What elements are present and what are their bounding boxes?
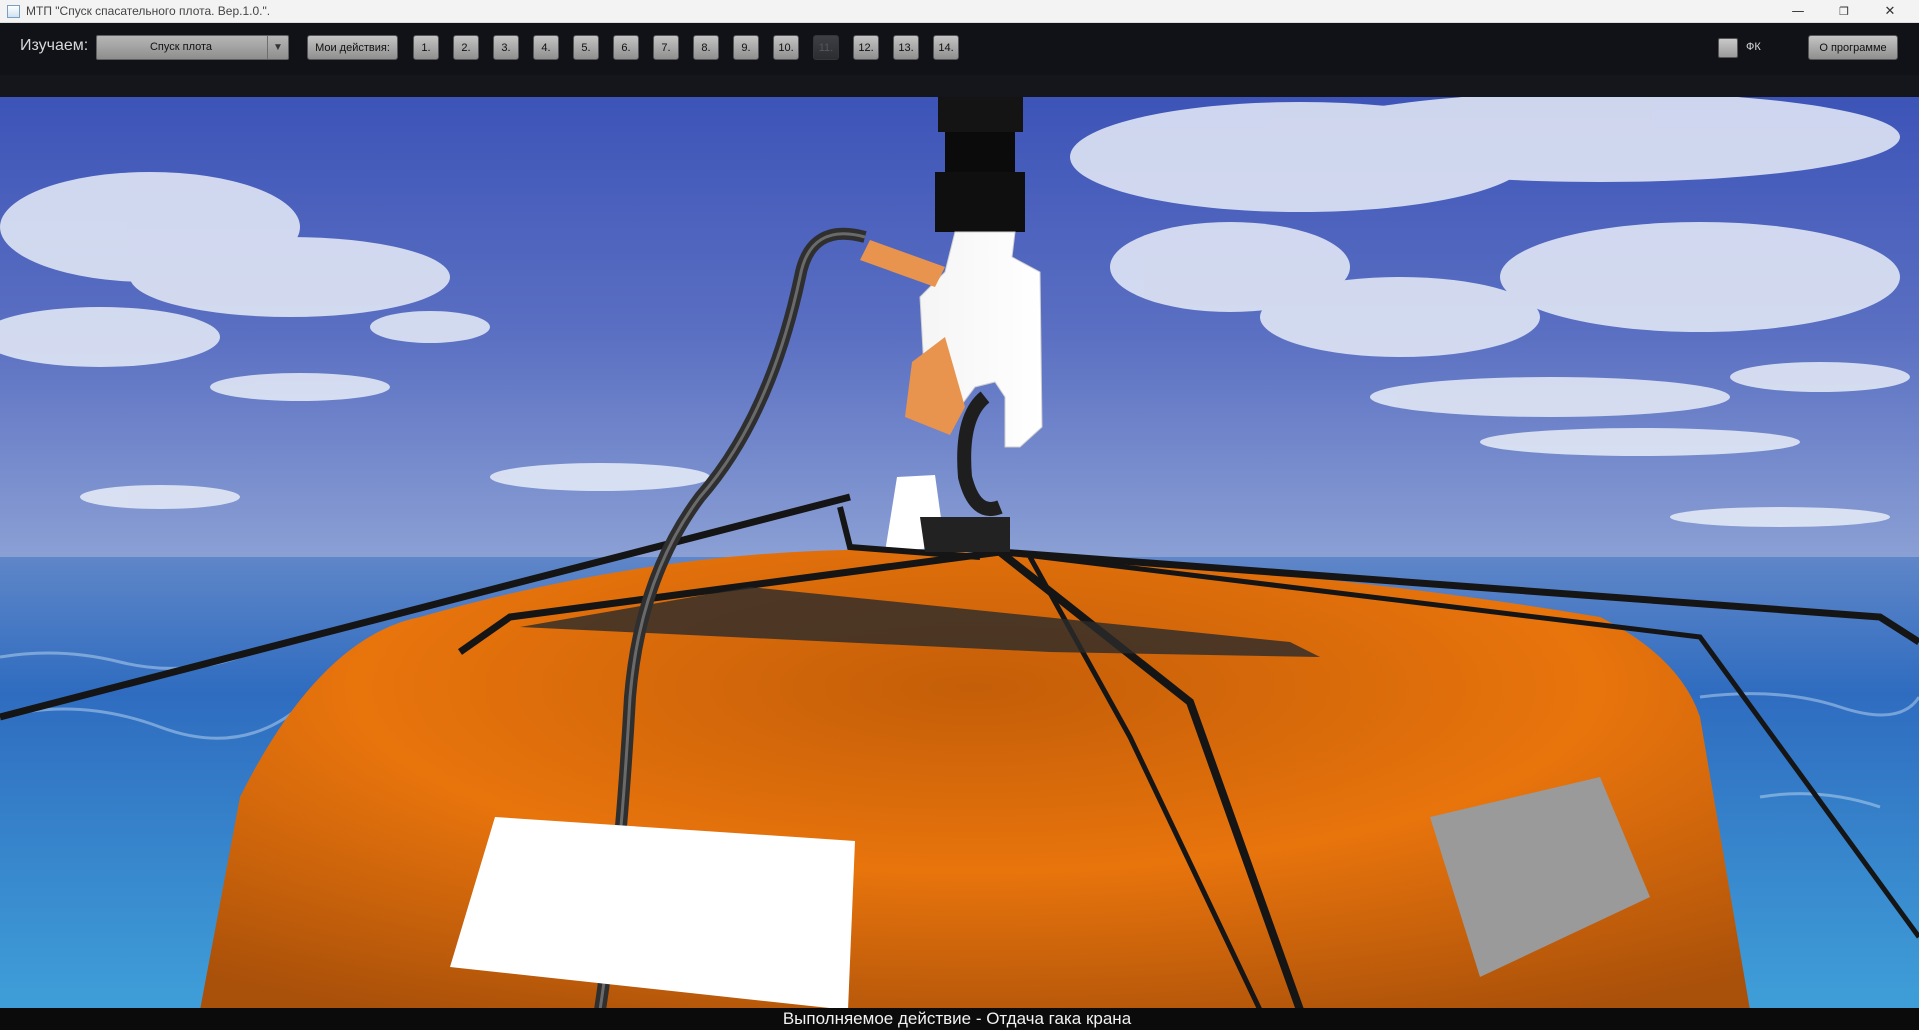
- my-actions-button[interactable]: Мои действия:: [307, 35, 398, 60]
- step-button-14[interactable]: 14.: [933, 35, 959, 60]
- close-button[interactable]: ✕: [1867, 0, 1913, 22]
- 3d-viewport[interactable]: [0, 97, 1919, 1010]
- scene-render: [0, 97, 1919, 1010]
- fk-label: ФК: [1746, 41, 1761, 53]
- step-button-11[interactable]: 11.: [813, 35, 839, 60]
- step-button-7[interactable]: 7.: [653, 35, 679, 60]
- step-button-13[interactable]: 13.: [893, 35, 919, 60]
- status-bar: Выполняемое действие - Отдача гака крана: [0, 1008, 1919, 1030]
- toolbar-underlay: [0, 75, 1919, 97]
- current-action-text: Выполняемое действие - Отдача гака крана: [782, 1009, 1132, 1028]
- step-button-8[interactable]: 8.: [693, 35, 719, 60]
- step-button-6[interactable]: 6.: [613, 35, 639, 60]
- step-button-10[interactable]: 10.: [773, 35, 799, 60]
- step-button-12[interactable]: 12.: [853, 35, 879, 60]
- fk-checkbox[interactable]: [1718, 38, 1738, 58]
- hook-mount: [920, 517, 1010, 552]
- step-button-3[interactable]: 3.: [493, 35, 519, 60]
- step-button-4[interactable]: 4.: [533, 35, 559, 60]
- mode-select[interactable]: Спуск плота ▼: [96, 35, 289, 60]
- step-button-5[interactable]: 5.: [573, 35, 599, 60]
- chevron-down-icon[interactable]: ▼: [267, 36, 288, 59]
- learn-label: Изучаем:: [20, 37, 89, 54]
- restore-button[interactable]: ❐: [1821, 0, 1867, 22]
- toolbar: Изучаем: Спуск плота ▼ Мои действия: 1. …: [0, 23, 1919, 75]
- step-button-1[interactable]: 1.: [413, 35, 439, 60]
- window-title: МТП "Спуск спасательного плота. Вер.1.0.…: [26, 4, 271, 18]
- crane-arm: [938, 97, 1023, 132]
- app-icon: [7, 4, 20, 18]
- about-button[interactable]: О программе: [1808, 35, 1898, 60]
- minimize-button[interactable]: —: [1775, 0, 1821, 22]
- window-titlebar: МТП "Спуск спасательного плота. Вер.1.0.…: [0, 0, 1919, 23]
- step-button-2[interactable]: 2.: [453, 35, 479, 60]
- mode-select-value: Спуск плота: [149, 41, 213, 53]
- step-button-9[interactable]: 9.: [733, 35, 759, 60]
